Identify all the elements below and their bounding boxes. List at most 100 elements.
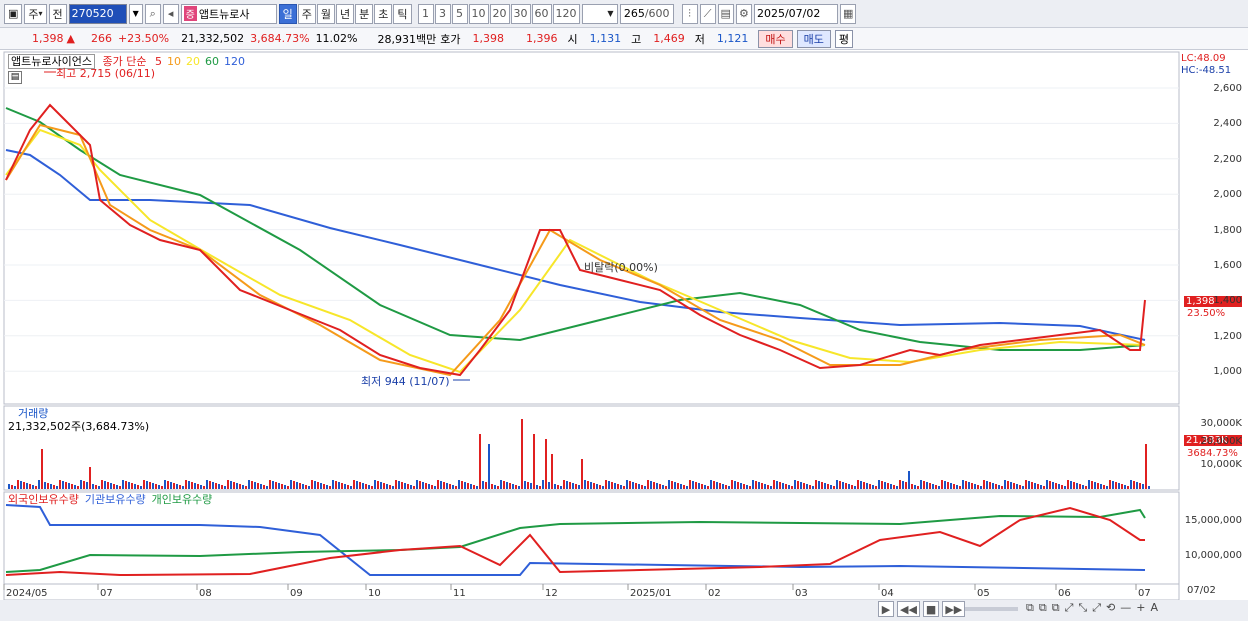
volume-bar (755, 481, 757, 489)
volume-bar (287, 486, 289, 489)
volume-bar (1013, 483, 1015, 489)
rewind-icon[interactable]: ◀◀ (897, 601, 920, 617)
volume-bar (773, 480, 775, 489)
volume-bar (272, 481, 274, 489)
stop-icon[interactable]: ■ (922, 601, 940, 617)
draw-line-icon[interactable]: ⟋ (699, 3, 716, 24)
volume-bar (311, 480, 313, 489)
volume-bar (521, 419, 523, 489)
holding-series-2: 개인보유수량 (151, 493, 213, 506)
volume-bar (614, 483, 616, 489)
volume-bar (233, 482, 235, 489)
period-select-value: 주 (28, 7, 39, 21)
volume-bar (95, 485, 97, 489)
bar-count-input[interactable]: 265/600 (619, 3, 674, 24)
interval-3[interactable]: 10 (468, 3, 489, 24)
interval-4[interactable]: 20 (489, 3, 510, 24)
y-tick-label: 2,400 (1213, 118, 1242, 130)
volume-bar (194, 483, 196, 489)
volume-bar (599, 485, 601, 489)
timeframe-2[interactable]: 월 (316, 3, 336, 24)
volume-bar (14, 486, 16, 489)
scale-icon[interactable]: ⤢ (1065, 601, 1074, 615)
volume-bar (161, 486, 163, 489)
volume-bar (1079, 484, 1081, 489)
volume-bar (548, 482, 550, 489)
timeframe-0[interactable]: 일 (278, 3, 297, 24)
period-select[interactable]: 주 ▾ (24, 3, 47, 24)
volume-bar (881, 481, 883, 489)
buy-button[interactable]: 매수 (758, 29, 793, 48)
font-icon[interactable]: A (1150, 601, 1158, 615)
volume-bar (389, 485, 391, 489)
low-label: 저 (694, 32, 705, 46)
timeframe-1[interactable]: 주 (297, 3, 316, 24)
timeframe-4[interactable]: 분 (355, 3, 374, 24)
reset-icon[interactable]: ⟲ (1106, 601, 1115, 615)
ask-price: 1,398 (472, 32, 505, 45)
interval-2[interactable]: 5 (451, 3, 468, 24)
prev-button[interactable]: 전 (48, 3, 67, 24)
plus-icon[interactable]: + (1136, 601, 1145, 615)
expand-icon[interactable]: ⤢ (1092, 601, 1101, 615)
volume-bar (206, 480, 208, 489)
volume-bar (563, 480, 565, 489)
volume-bar (812, 486, 814, 489)
volume-bar (209, 481, 211, 489)
code-dropdown-icon[interactable]: ▼ (128, 3, 143, 24)
volume-bar (935, 485, 937, 489)
volume-bar (47, 483, 49, 489)
volume-bar (38, 480, 40, 489)
volume-bar (659, 484, 661, 489)
play-icon[interactable]: ▶ (878, 601, 894, 617)
stock-code-input[interactable]: 270520 (68, 3, 127, 24)
volume-bar (668, 480, 670, 489)
date-input[interactable]: 2025/07/02 (753, 3, 838, 24)
interval-0[interactable]: 1 (417, 3, 434, 24)
shrink-icon[interactable]: ⤡ (1078, 601, 1087, 615)
volume-bar (1130, 480, 1132, 489)
split-icon[interactable]: ⧉ (1039, 601, 1047, 615)
volume-bar (1133, 481, 1135, 489)
volume-bar (968, 482, 970, 489)
volume-bar (686, 486, 688, 489)
interval-dropdown[interactable]: ▼ (581, 3, 618, 24)
forward-icon[interactable]: ▶▶ (942, 601, 966, 617)
volume-bar (401, 482, 403, 489)
compare-icon[interactable]: ⧉ (1052, 601, 1060, 615)
interval-5[interactable]: 30 (510, 3, 531, 24)
interval-6[interactable]: 60 (531, 3, 552, 24)
chart-window-icon[interactable]: ▣ (4, 3, 23, 24)
flat-button[interactable]: 평 (834, 29, 853, 48)
timeframe-3[interactable]: 년 (336, 3, 355, 24)
volume-bar (380, 482, 382, 489)
volume-bar (923, 481, 925, 489)
timeframe-5[interactable]: 초 (374, 3, 393, 24)
save-icon[interactable]: ▤ (717, 3, 734, 24)
chart-canvas[interactable]: 2024/05 07 08 09 10 11 12 2025/01 02 03 04 05 06 07 (0, 50, 1248, 621)
ma-period-0: 5 (154, 55, 162, 68)
minus-icon[interactable]: — (1120, 601, 1131, 615)
interval-7[interactable]: 120 (552, 3, 580, 24)
volume-bar (365, 484, 367, 489)
volume-bar (371, 486, 373, 489)
speaker-icon[interactable]: ◂ (162, 3, 179, 24)
chart-area[interactable]: 2024/05 07 08 09 10 11 12 2025/01 02 03 04 05 06 07 앱… (0, 50, 1248, 621)
volume-bar (677, 483, 679, 489)
interval-1[interactable]: 3 (434, 3, 451, 24)
sell-button[interactable]: 매도 (796, 29, 831, 48)
volume-bar (119, 486, 121, 489)
calendar-icon[interactable]: ▦ (839, 3, 857, 24)
panel-menu-icon[interactable]: ▤ (8, 71, 22, 84)
volume-bar (413, 486, 415, 489)
copy-icon[interactable]: ⧉ (1026, 601, 1034, 615)
candle-icon[interactable]: ⫶ (681, 3, 698, 24)
volume-bar (710, 480, 712, 489)
stock-name-field[interactable]: 증 앱트뉴로사 (180, 3, 277, 24)
volume-bar (1061, 485, 1063, 489)
volume-bar (794, 480, 796, 489)
timeframe-6[interactable]: 틱 (393, 3, 412, 24)
gear-icon[interactable]: ⚙ (735, 3, 752, 24)
volume-bar (392, 486, 394, 489)
search-icon[interactable]: ⌕ (144, 3, 161, 24)
